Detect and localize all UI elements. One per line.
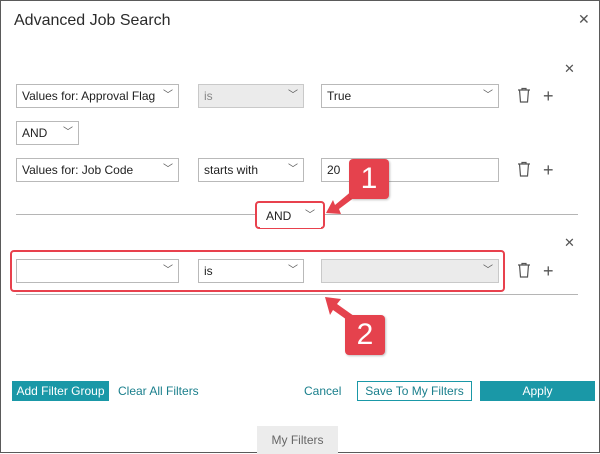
add-row-icon[interactable]: + bbox=[543, 87, 554, 105]
trash-icon[interactable] bbox=[517, 161, 531, 177]
add-row-icon[interactable]: + bbox=[543, 161, 554, 179]
group1-row2-operator-select[interactable]: starts with ﹀ bbox=[198, 158, 304, 182]
group2-row1-field-select[interactable]: ﹀ bbox=[16, 259, 179, 283]
trash-icon[interactable] bbox=[517, 262, 531, 278]
group1-row1-operator-select: is ﹀ bbox=[198, 84, 304, 108]
group2-row1-operator-select[interactable]: is ﹀ bbox=[198, 259, 304, 283]
apply-button[interactable]: Apply bbox=[480, 381, 595, 401]
divider bbox=[16, 214, 257, 215]
group2-remove-icon[interactable]: ✕ bbox=[564, 236, 575, 250]
trash-icon[interactable] bbox=[517, 87, 531, 103]
annotation-badge-1: 1 bbox=[349, 159, 389, 199]
chevron-down-icon: ﹀ bbox=[288, 90, 298, 101]
group2-row1-operator-value: is bbox=[204, 264, 213, 278]
add-row-icon[interactable]: + bbox=[543, 262, 554, 280]
chevron-down-icon: ﹀ bbox=[163, 164, 173, 175]
annotation-badge-2: 2 bbox=[345, 315, 385, 355]
group1-connector-select[interactable]: AND ﹀ bbox=[16, 121, 79, 145]
group-connector-select[interactable]: AND ﹀ bbox=[260, 204, 321, 228]
chevron-down-icon: ﹀ bbox=[288, 164, 298, 175]
chevron-down-icon: ﹀ bbox=[305, 210, 315, 221]
group1-row1-field-select[interactable]: Values for: Approval Flag ﹀ bbox=[16, 84, 179, 108]
group1-row1-operator-value: is bbox=[204, 89, 213, 103]
group1-row1-value-select[interactable]: True ﹀ bbox=[321, 84, 499, 108]
save-to-my-filters-button[interactable]: Save To My Filters bbox=[357, 381, 472, 401]
chevron-down-icon: ﹀ bbox=[63, 127, 73, 138]
dialog-close-icon[interactable]: ✕ bbox=[578, 12, 590, 26]
group1-remove-icon[interactable]: ✕ bbox=[564, 62, 575, 76]
group1-row1-value-value: True bbox=[327, 89, 352, 103]
group2-row1-value-select: ﹀ bbox=[321, 259, 499, 283]
group1-row2-field-select[interactable]: Values for: Job Code ﹀ bbox=[16, 158, 179, 182]
advanced-job-search-dialog: Advanced Job Search ✕ ✕ Values for: Appr… bbox=[0, 0, 600, 454]
clear-all-filters-link[interactable]: Clear All Filters bbox=[118, 384, 199, 398]
chevron-down-icon: ﹀ bbox=[163, 90, 173, 101]
dialog-title: Advanced Job Search bbox=[14, 12, 171, 29]
group1-row2-value-input[interactable]: 20 bbox=[321, 158, 499, 182]
cancel-link[interactable]: Cancel bbox=[304, 384, 341, 398]
group1-connector-value: AND bbox=[22, 126, 48, 140]
divider bbox=[16, 294, 578, 295]
add-filter-group-button[interactable]: Add Filter Group bbox=[12, 381, 109, 401]
chevron-down-icon: ﹀ bbox=[288, 265, 298, 276]
group1-row2-operator-value: starts with bbox=[204, 163, 259, 177]
group1-row1-field-value: Values for: Approval Flag bbox=[22, 89, 156, 103]
chevron-down-icon: ﹀ bbox=[483, 265, 493, 276]
chevron-down-icon: ﹀ bbox=[163, 265, 173, 276]
group1-row2-field-value: Values for: Job Code bbox=[22, 163, 134, 177]
chevron-down-icon: ﹀ bbox=[483, 90, 493, 101]
my-filters-tab[interactable]: My Filters bbox=[257, 426, 338, 454]
group-connector-value: AND bbox=[266, 209, 292, 223]
